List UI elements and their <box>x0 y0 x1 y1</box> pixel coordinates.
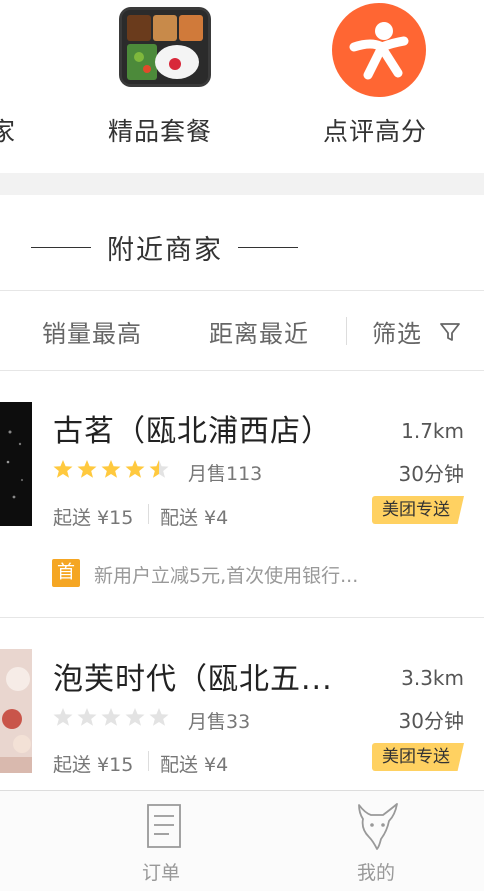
fee-separator <box>148 751 149 771</box>
title-line-right <box>238 247 298 248</box>
shop-thumbnail[interactable] <box>0 402 32 526</box>
delivery-time: 30分钟 <box>398 709 464 733</box>
category-label-top-rated[interactable]: 点评高分 <box>323 112 427 148</box>
bento-meal-icon[interactable] <box>119 7 211 87</box>
min-order: 起送 ¥15 <box>53 754 134 776</box>
dianping-logo-icon[interactable] <box>332 3 426 97</box>
shop-distance: 1.7km <box>401 419 464 443</box>
delivery-fee: 配送 ¥4 <box>160 754 229 776</box>
divider <box>0 617 484 618</box>
delivery-badge: 美团专送 <box>372 743 464 771</box>
order-list-icon <box>145 803 183 853</box>
filter-label: 筛选 <box>372 320 422 348</box>
delivery-fee: 配送 ¥4 <box>160 507 229 529</box>
filter-button[interactable]: 筛选 <box>372 314 461 349</box>
tab-orders-label: 订单 <box>142 862 181 884</box>
delivery-badge: 美团专送 <box>372 496 464 524</box>
fee-separator <box>148 504 149 524</box>
bottom-tab-bar <box>0 790 484 891</box>
shop-name[interactable]: 古茗（瓯北浦西店） <box>53 406 332 450</box>
divider <box>0 290 484 291</box>
sort-separator <box>346 317 347 345</box>
monthly-sales: 月售113 <box>188 463 263 485</box>
sort-by-distance[interactable]: 距离最近 <box>209 314 309 349</box>
tab-mine-label: 我的 <box>357 862 396 884</box>
sort-by-sales[interactable]: 销量最高 <box>42 314 142 349</box>
promo-text[interactable]: 新用户立减5元,首次使用银行... <box>94 561 358 588</box>
min-order: 起送 ¥15 <box>53 507 134 529</box>
rating-stars <box>53 458 171 485</box>
category-label-shops[interactable]: 家 <box>0 112 16 148</box>
kangaroo-profile-icon <box>351 801 403 855</box>
rating-stars <box>53 706 171 733</box>
promo-tag: 首 <box>52 559 80 587</box>
shop-thumbnail[interactable] <box>0 649 32 773</box>
shop-distance: 3.3km <box>401 666 464 690</box>
shop-name[interactable]: 泡芙时代（瓯北五... <box>53 654 333 698</box>
section-gap <box>0 173 484 195</box>
funnel-icon <box>439 321 461 349</box>
divider <box>0 370 484 371</box>
monthly-sales: 月售33 <box>188 711 251 733</box>
delivery-time: 30分钟 <box>398 462 464 486</box>
category-label-meals[interactable]: 精品套餐 <box>108 112 212 148</box>
